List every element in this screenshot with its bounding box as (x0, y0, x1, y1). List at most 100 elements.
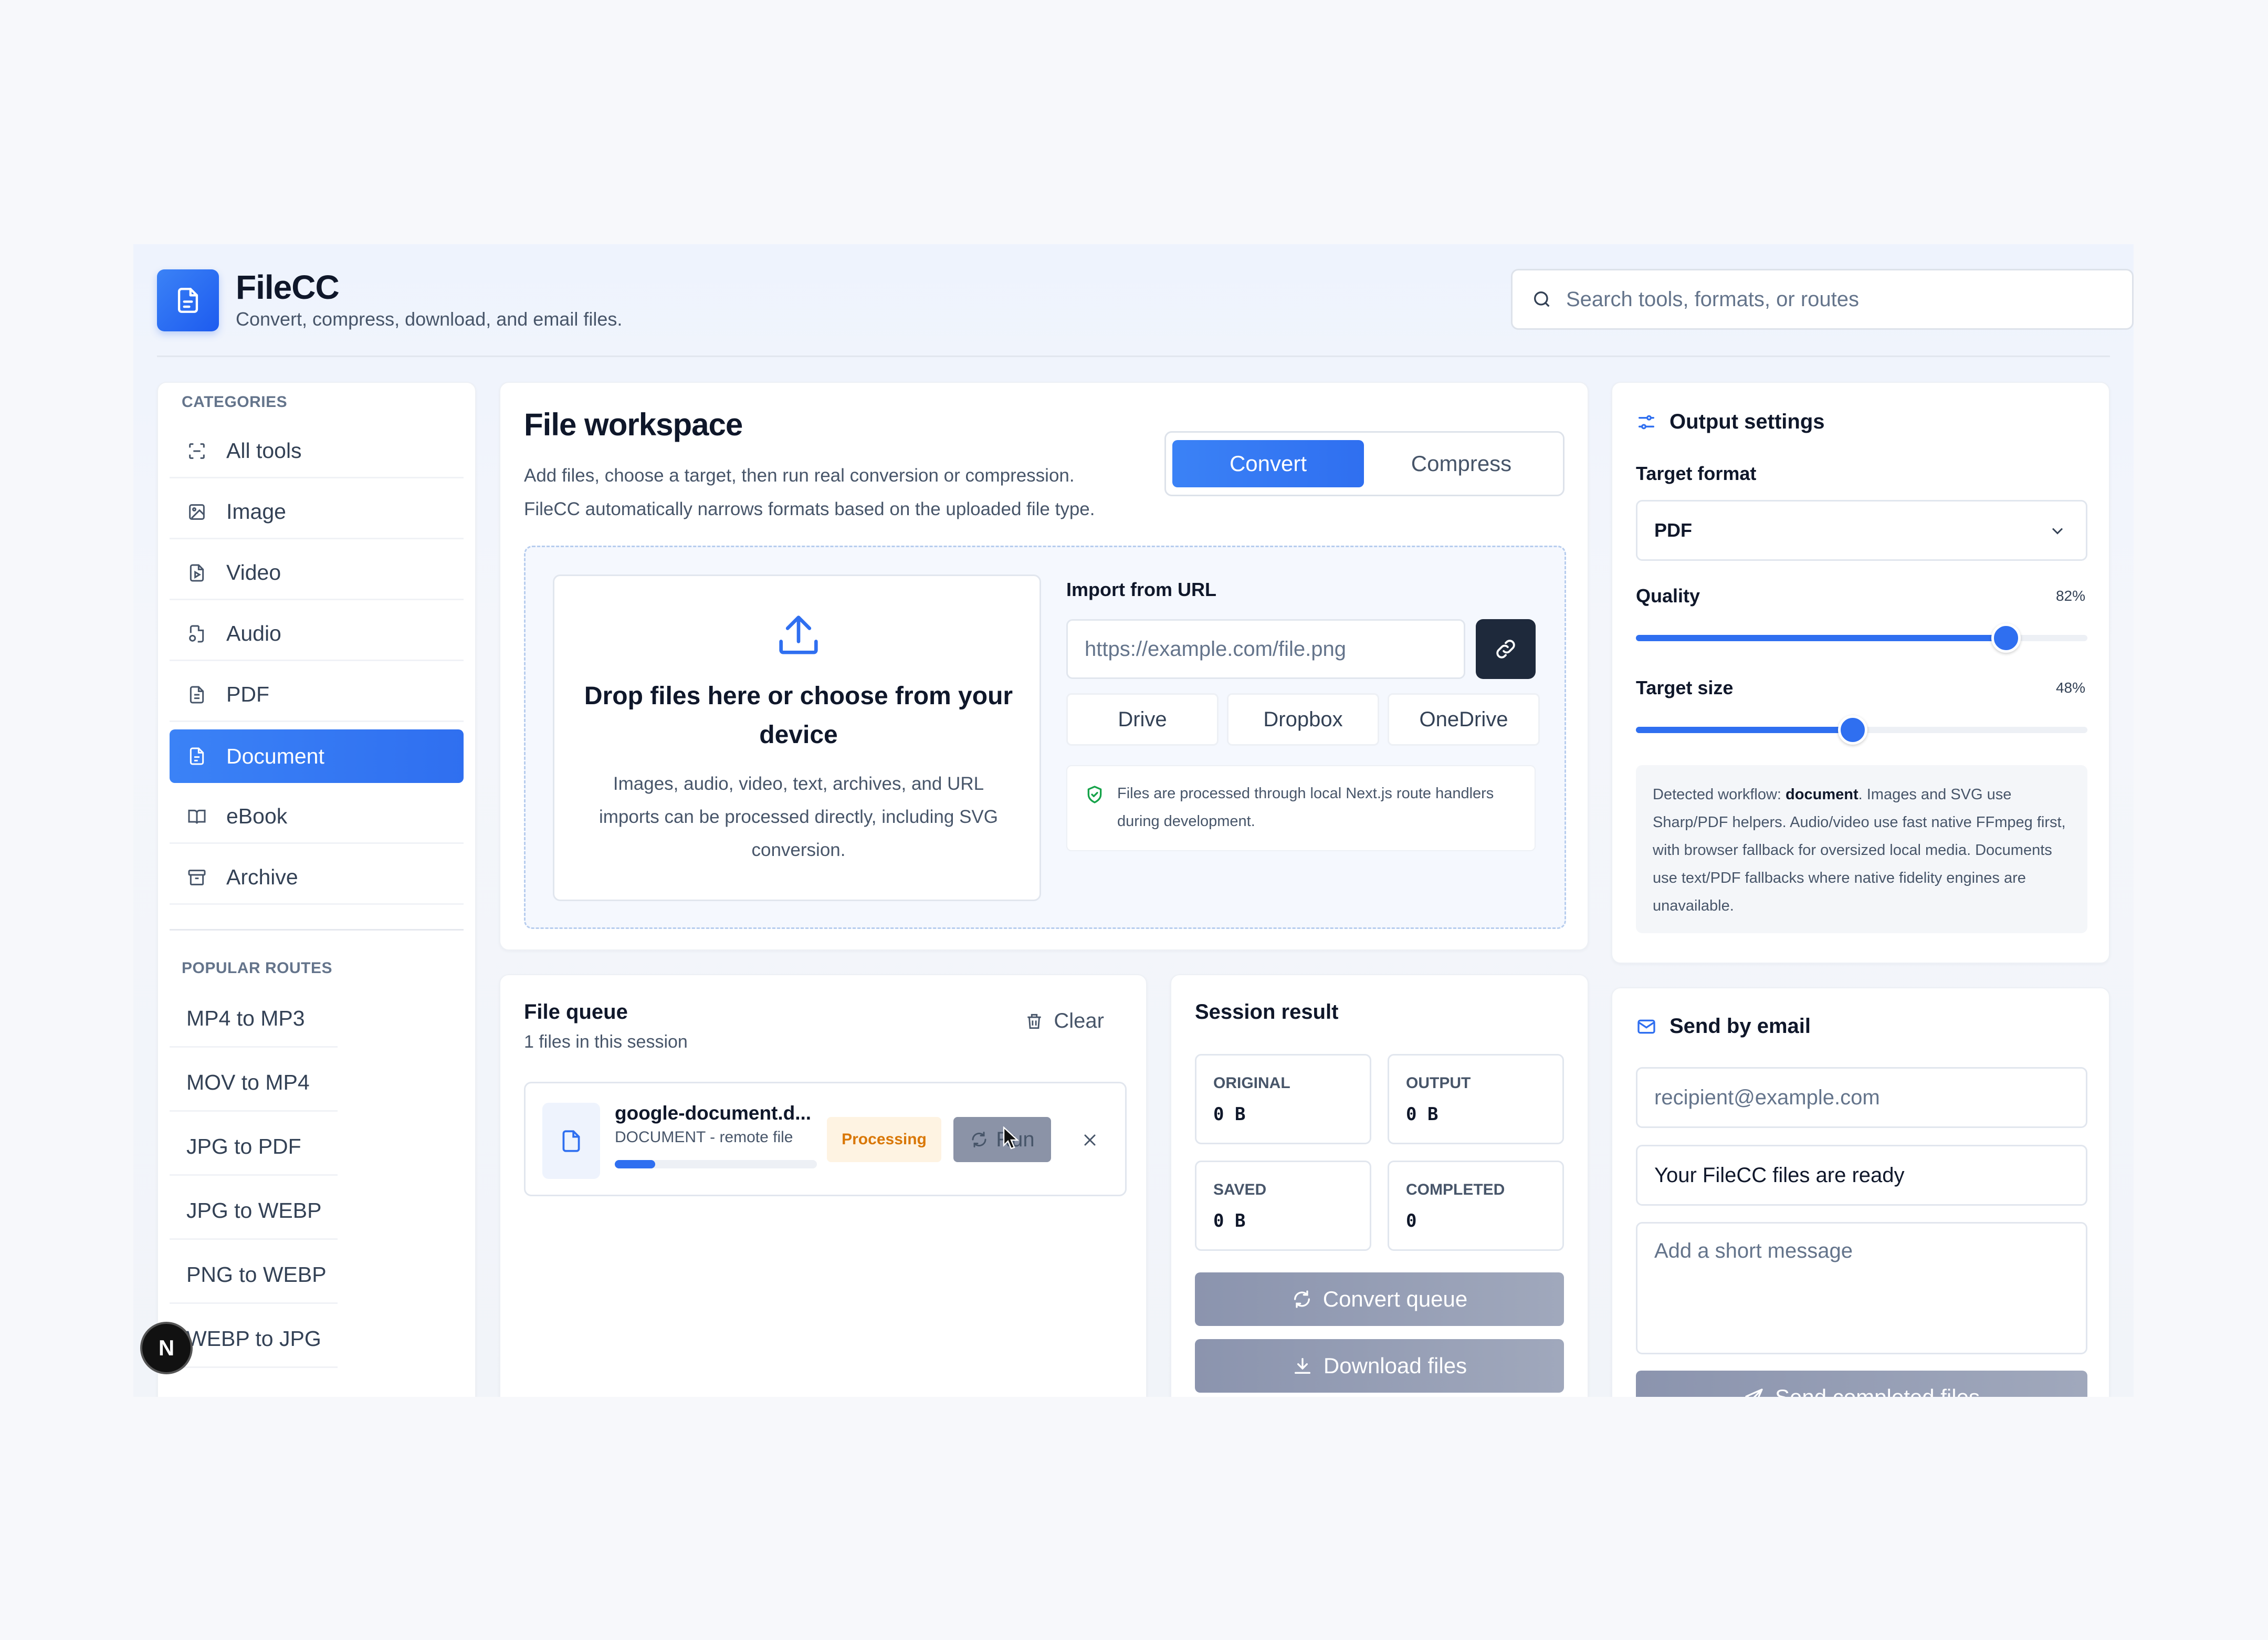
stat-value: 0 B (1406, 1104, 1438, 1125)
stat-output: OUTPUT 0 B (1388, 1054, 1564, 1144)
run-button[interactable]: Run (953, 1117, 1051, 1162)
sidebar-item-document[interactable]: Document (170, 729, 464, 783)
categories-title: CATEGORIES (182, 393, 288, 411)
workflow-name: document (1786, 786, 1858, 803)
file-meta: DOCUMENT - remote file (615, 1129, 793, 1146)
url-input[interactable]: https://example.com/file.png (1066, 619, 1465, 679)
sidebar-item-audio[interactable]: Audio (170, 608, 464, 661)
output-settings: Output settings Target format PDF Qualit… (1611, 382, 2110, 964)
target-format-label: Target format (1636, 463, 1757, 484)
route-item[interactable]: MOV to MP4 (170, 1055, 338, 1112)
sidebar-item-archive[interactable]: Archive (170, 851, 464, 905)
target-size-slider[interactable] (1636, 715, 2087, 745)
sidebar-item-label: All tools (226, 438, 302, 463)
status-badge: Processing (827, 1117, 941, 1162)
image-icon (186, 502, 207, 523)
route-item[interactable]: WEBP to JPG (170, 1311, 338, 1368)
target-size-label: Target size (1636, 677, 1734, 698)
logo-icon (157, 269, 219, 331)
sidebar-item-image[interactable]: Image (170, 486, 464, 539)
send-completed-files-button[interactable]: Send completed files (1636, 1371, 2087, 1397)
subject-value: Your FileCC files are ready (1654, 1163, 1905, 1187)
stat-label: COMPLETED (1406, 1181, 1505, 1198)
dev-tools-badge[interactable]: N (140, 1322, 193, 1374)
workflow-prefix: Detected workflow: (1653, 786, 1786, 803)
sidebar: CATEGORIES All tools Image Video Audio P… (157, 382, 476, 1397)
onedrive-button[interactable]: OneDrive (1388, 693, 1540, 746)
mode-toggle: Convert Compress (1164, 431, 1564, 496)
remove-file-button[interactable] (1074, 1124, 1106, 1156)
import-link-button[interactable] (1476, 619, 1536, 679)
sidebar-item-ebook[interactable]: eBook (170, 790, 464, 844)
sidebar-item-label: Document (226, 744, 324, 768)
drop-description: Images, audio, video, text, archives, an… (599, 774, 998, 860)
file-drop-area[interactable]: Drop files here or choose from your devi… (553, 574, 1041, 901)
dropzone[interactable]: Drop files here or choose from your devi… (524, 546, 1566, 929)
mail-icon (1636, 1016, 1657, 1037)
workspace-subtitle-line: Add files, choose a target, then run rea… (524, 465, 1075, 486)
routes-title: POPULAR ROUTES (182, 959, 333, 977)
app-subtitle: Convert, compress, download, and email f… (236, 308, 623, 330)
upload-icon (772, 609, 825, 664)
target-size-value: 48% (2055, 680, 2085, 696)
book-icon (186, 806, 207, 827)
drive-button[interactable]: Drive (1066, 693, 1219, 746)
quality-slider[interactable] (1636, 623, 2087, 653)
message-textarea[interactable]: Add a short message (1636, 1222, 2087, 1354)
queue-title: File queue (524, 1000, 628, 1023)
link-icon (1494, 637, 1518, 661)
workspace-subtitle: Add files, choose a target, then run rea… (524, 459, 1095, 526)
search-input[interactable]: Search tools, formats, or routes (1511, 269, 2134, 330)
subject-input[interactable]: Your FileCC files are ready (1636, 1145, 2087, 1206)
email-title: Send by email (1670, 1015, 1811, 1038)
url-placeholder: https://example.com/file.png (1085, 637, 1347, 661)
audio-file-icon (186, 623, 207, 644)
route-item[interactable]: MP4 to MP3 (170, 991, 338, 1048)
sidebar-item-all-tools[interactable]: All tools (170, 425, 464, 478)
session-title: Session result (1195, 1000, 1339, 1023)
recipient-placeholder: recipient@example.com (1654, 1085, 1880, 1109)
mouse-cursor-icon (1003, 1126, 1020, 1152)
target-size-slider-handle[interactable] (1838, 715, 1867, 745)
stat-label: ORIGINAL (1213, 1074, 1290, 1092)
route-item[interactable]: JPG to PDF (170, 1119, 338, 1176)
route-item[interactable]: PNG to WEBP (170, 1247, 338, 1304)
settings-title: Output settings (1670, 410, 1825, 433)
sidebar-item-label: Video (226, 560, 281, 584)
sidebar-item-video[interactable]: Video (170, 547, 464, 600)
shield-check-icon (1084, 784, 1105, 805)
file-progress-bar (615, 1160, 817, 1168)
scan-icon (186, 441, 207, 462)
download-files-button[interactable]: Download files (1195, 1339, 1564, 1393)
workflow-description: . Images and SVG use Sharp/PDF helpers. … (1653, 786, 2066, 914)
route-item[interactable]: JPG to WEBP (170, 1183, 338, 1240)
queue-item: google-document.d... DOCUMENT - remote f… (524, 1082, 1127, 1196)
send-label: Send completed files (1775, 1385, 1980, 1397)
quality-slider-handle[interactable] (1991, 623, 2021, 653)
refresh-icon (1292, 1289, 1312, 1310)
file-workspace: File workspace Add files, choose a targe… (499, 382, 1589, 950)
recipient-input[interactable]: recipient@example.com (1636, 1067, 2087, 1128)
email-header: Send by email (1636, 1015, 1811, 1038)
chevron-down-icon (2048, 521, 2067, 540)
compress-mode-button[interactable]: Compress (1366, 440, 1557, 487)
stat-completed: COMPLETED 0 (1388, 1161, 1564, 1251)
convert-queue-button[interactable]: Convert queue (1195, 1272, 1564, 1326)
app-title: FileCC (236, 268, 340, 306)
sidebar-divider (170, 929, 464, 931)
send-by-email: Send by email recipient@example.com Your… (1611, 987, 2110, 1397)
sidebar-item-pdf[interactable]: PDF (170, 668, 464, 722)
close-icon (1080, 1131, 1099, 1150)
quality-value: 82% (2055, 588, 2085, 604)
target-size-slider-fill (1636, 727, 1853, 733)
stat-saved: SAVED 0 B (1195, 1161, 1371, 1251)
convert-queue-label: Convert queue (1322, 1287, 1468, 1311)
sidebar-item-label: eBook (226, 804, 288, 828)
download-icon (1292, 1355, 1313, 1376)
target-format-select[interactable]: PDF (1636, 500, 2087, 561)
dropbox-button[interactable]: Dropbox (1227, 693, 1379, 746)
clear-button[interactable]: Clear (1024, 1009, 1104, 1033)
archive-icon (186, 867, 207, 888)
convert-mode-button[interactable]: Convert (1172, 440, 1364, 487)
workflow-info: Detected workflow: document. Images and … (1636, 765, 2087, 933)
